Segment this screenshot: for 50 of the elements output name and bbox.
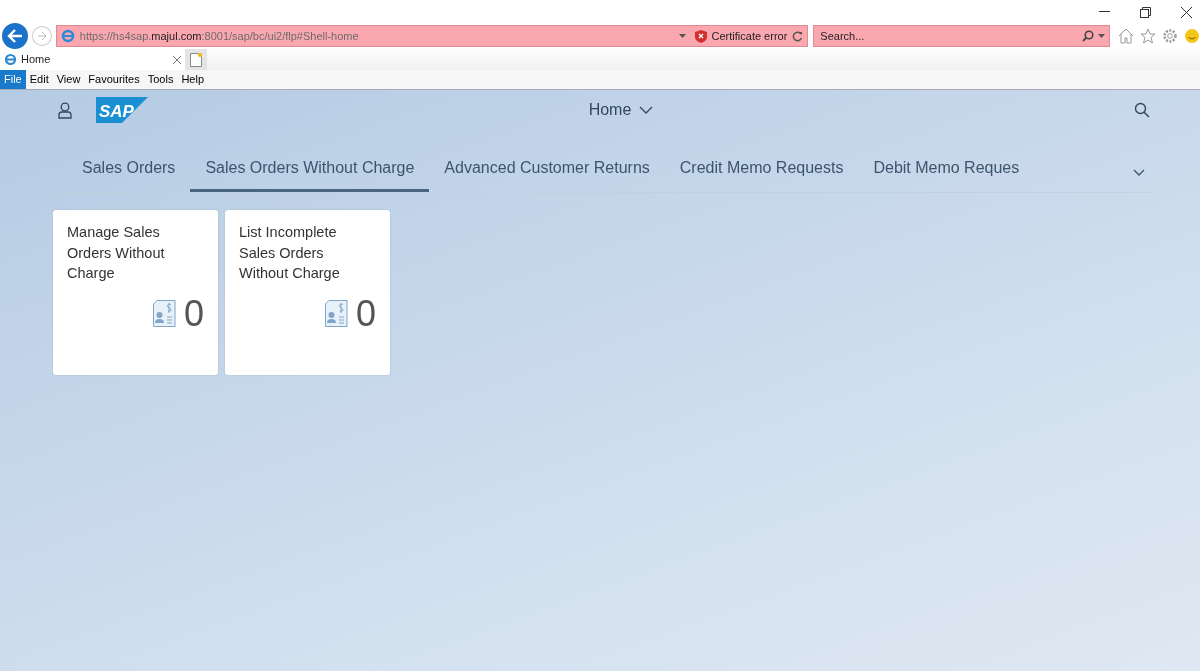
group-tab[interactable]: Sales Orders Without Charge bbox=[190, 146, 430, 192]
menu-item[interactable]: Edit bbox=[25, 70, 53, 89]
restore-icon[interactable] bbox=[1140, 6, 1151, 18]
smiley-icon[interactable] bbox=[1184, 28, 1200, 44]
tile-count: 0 bbox=[355, 295, 376, 332]
menu-item[interactable]: Tools bbox=[143, 70, 178, 89]
document-person-icon bbox=[151, 300, 176, 327]
dropdown-icon[interactable] bbox=[1098, 34, 1105, 38]
menu-item[interactable]: Help bbox=[177, 70, 209, 89]
search-icon[interactable] bbox=[1082, 30, 1094, 42]
home-icon[interactable] bbox=[1118, 28, 1134, 44]
new-tab-icon[interactable] bbox=[190, 52, 202, 67]
arrow-right-icon bbox=[36, 31, 47, 41]
group-tab[interactable]: Advanced Customer Returns bbox=[429, 146, 665, 192]
user-icon[interactable] bbox=[58, 101, 72, 119]
search-box[interactable]: Search... bbox=[813, 25, 1110, 47]
url-text: https://hs4sap.majul.com:8001/sap/bc/ui2/flp#Shell-home bbox=[79, 28, 359, 44]
certificate-error-link[interactable]: Certificate error bbox=[711, 27, 788, 45]
refresh-icon[interactable] bbox=[792, 30, 804, 42]
document-person-icon bbox=[323, 300, 348, 327]
browser-tab[interactable]: Home bbox=[0, 49, 185, 70]
dropdown-icon[interactable] bbox=[678, 34, 686, 38]
settings-icon[interactable] bbox=[1162, 28, 1178, 44]
shield-error-icon bbox=[694, 29, 707, 43]
ie-icon bbox=[4, 53, 17, 66]
group-tab[interactable]: Credit Memo Requests bbox=[664, 146, 859, 192]
menu-item[interactable]: Favourites bbox=[84, 70, 144, 89]
tile-title: Manage Sales Orders Without Charge bbox=[67, 223, 166, 283]
arrow-left-icon bbox=[6, 29, 23, 43]
app-tile[interactable]: List Incomplete Sales Orders Without Charge 0 bbox=[225, 210, 390, 375]
search-input[interactable]: Search... bbox=[818, 26, 1082, 46]
chevron-down-icon[interactable] bbox=[639, 106, 654, 114]
shell-title-menu[interactable]: Home bbox=[582, 97, 660, 123]
star-icon[interactable] bbox=[1140, 28, 1156, 44]
menu-item[interactable]: View bbox=[52, 70, 85, 89]
address-bar[interactable]: https://hs4sap.majul.com:8001/sap/bc/ui2/flp#Shell-home Certificate error bbox=[55, 25, 809, 47]
ie-icon bbox=[60, 29, 75, 43]
group-tab[interactable]: Sales Orders bbox=[67, 146, 191, 192]
chevron-down-icon[interactable] bbox=[1133, 169, 1145, 176]
sap-logo[interactable]: SAP bbox=[96, 97, 148, 123]
tab-label: Home bbox=[21, 52, 51, 68]
group-tab[interactable]: Debit Memo Reques bbox=[858, 146, 1035, 192]
tile-title: List Incomplete Sales Orders Without Charge bbox=[239, 223, 341, 283]
menu-item[interactable]: File bbox=[0, 70, 26, 89]
search-icon[interactable] bbox=[1134, 102, 1150, 118]
minimize-icon[interactable] bbox=[1099, 11, 1110, 13]
app-tile[interactable]: Manage Sales Orders Without Charge 0 bbox=[53, 210, 218, 375]
tile-count: 0 bbox=[183, 295, 204, 332]
back-button[interactable] bbox=[2, 23, 28, 49]
close-icon[interactable] bbox=[1181, 6, 1192, 18]
